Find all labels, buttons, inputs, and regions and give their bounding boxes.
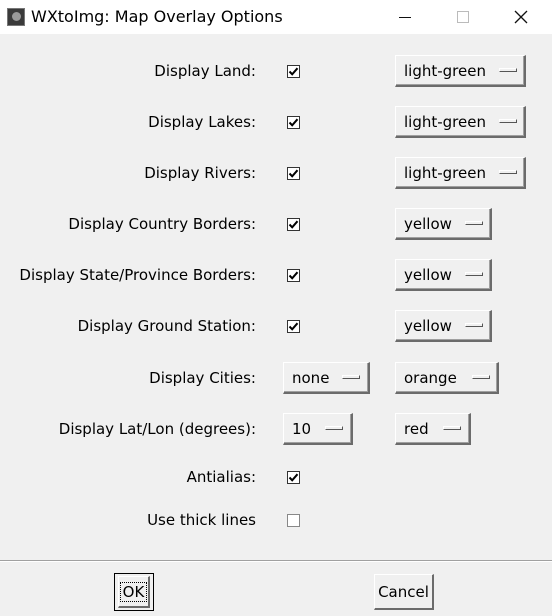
display-ground-station-label: Display Ground Station: [77,317,256,335]
display-rivers-label: Display Rivers: [144,164,256,182]
display-cities-label: Display Cities: [149,369,256,387]
ok-button-label: OK [119,581,148,602]
display-land-label: Display Land: [154,62,256,80]
checkmark-icon [288,67,299,76]
display-country-borders-color-menu[interactable]: yellow [395,208,492,240]
option-menu-indicator-icon [472,375,490,379]
display-ground-station-checkbox[interactable] [287,320,300,333]
checkmark-icon [288,169,299,178]
use-thick-lines-checkbox[interactable] [287,514,300,527]
checkmark-icon [288,220,299,229]
ok-button[interactable]: OK [118,576,150,608]
option-menu-indicator-icon [342,375,360,379]
option-menu-indicator-icon [325,426,343,430]
option-menu-indicator-icon [499,68,517,72]
display-cities-option-value: none [292,369,330,387]
display-state-province-borders-color-menu[interactable]: yellow [395,259,492,291]
checkmark-icon [288,473,299,482]
display-lakes-checkbox[interactable] [287,116,300,129]
maximize-button [434,0,492,34]
display-state-province-borders-color-value: yellow [404,266,452,284]
display-lat-lon-color-menu[interactable]: red [395,413,471,445]
display-country-borders-checkbox[interactable] [287,218,300,231]
display-ground-station-color-menu[interactable]: yellow [395,310,492,342]
use-thick-lines-label: Use thick lines [147,511,256,529]
antialias-label: Antialias: [186,468,256,486]
display-land-checkbox[interactable] [287,65,300,78]
minimize-button[interactable] [376,0,434,34]
cancel-button[interactable]: Cancel [374,574,434,610]
option-menu-indicator-icon [499,119,517,123]
display-lakes-color-value: light-green [404,113,486,131]
display-lat-lon-label: Display Lat/Lon (degrees): [58,420,256,438]
map-overlay-options-window: WXtoImg: Map Overlay Options Display Lan… [0,0,552,616]
display-rivers-color-value: light-green [404,164,486,182]
display-lat-lon-color-value: red [404,420,429,438]
window-title: WXtoImg: Map Overlay Options [31,7,283,26]
display-rivers-checkbox[interactable] [287,167,300,180]
display-state-province-borders-checkbox[interactable] [287,269,300,282]
maximize-icon [457,11,469,23]
display-lat-lon-option-value: 10 [292,420,312,438]
cancel-button-label: Cancel [378,582,429,601]
display-ground-station-color-value: yellow [404,317,452,335]
app-icon[interactable] [7,8,25,26]
antialias-checkbox[interactable] [287,471,300,484]
minimize-icon [399,16,411,18]
option-menu-indicator-icon [465,272,483,276]
checkmark-icon [288,271,299,280]
display-country-borders-color-value: yellow [404,215,452,233]
checkmark-icon [288,322,299,331]
close-button[interactable] [492,0,550,34]
display-lat-lon-option-menu[interactable]: 10 [283,413,353,445]
display-land-color-menu[interactable]: light-green [395,55,526,87]
separator [0,560,552,562]
display-lakes-color-menu[interactable]: light-green [395,106,526,138]
display-cities-color-menu[interactable]: orange [395,362,499,394]
display-rivers-color-menu[interactable]: light-green [395,157,526,189]
title-bar[interactable]: WXtoImg: Map Overlay Options [0,0,552,34]
checkmark-icon [288,118,299,127]
display-lakes-label: Display Lakes: [148,113,256,131]
option-menu-indicator-icon [465,221,483,225]
display-cities-option-menu[interactable]: none [283,362,370,394]
display-cities-color-value: orange [404,369,457,387]
display-land-color-value: light-green [404,62,486,80]
close-icon [514,10,528,24]
option-menu-indicator-icon [499,170,517,174]
display-state-province-borders-label: Display State/Province Borders: [19,266,256,284]
display-country-borders-label: Display Country Borders: [68,215,256,233]
option-menu-indicator-icon [465,323,483,327]
option-menu-indicator-icon [443,426,461,430]
